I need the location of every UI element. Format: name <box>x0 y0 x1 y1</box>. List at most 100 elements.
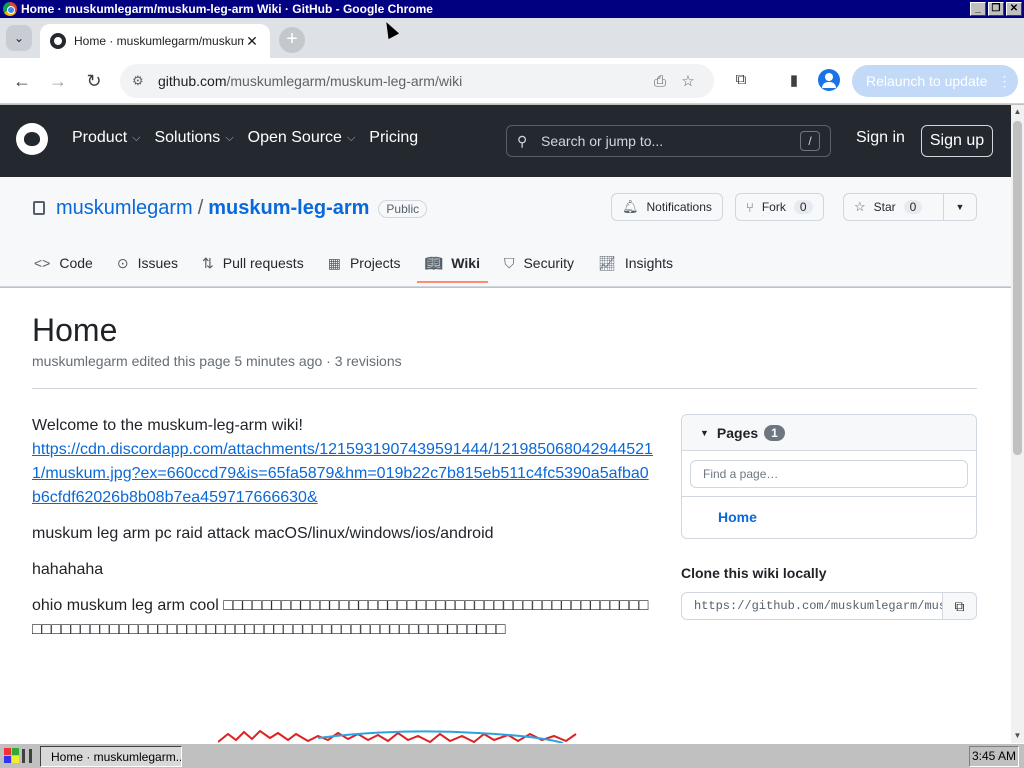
caret-down-icon: ▼ <box>955 202 965 212</box>
wiki-main: Home muskumlegarm edited this page 5 min… <box>0 288 1011 743</box>
sign-up-button[interactable]: Sign up <box>921 125 993 157</box>
clone-url-box: https://github.com/muskumlegarm/muskum-l… <box>681 592 977 620</box>
nav-solutions[interactable]: Solutions ⌵ <box>154 129 233 147</box>
scroll-thumb[interactable] <box>1013 121 1022 455</box>
maximize-button[interactable]: ❐ <box>988 2 1004 16</box>
paragraph-1: muskum leg arm pc raid attack macOS/linu… <box>32 525 494 542</box>
welcome-text: Welcome to the muskum-leg-arm wiki! <box>32 417 303 434</box>
side-panel-icon[interactable]: ▮ <box>783 71 805 91</box>
tab-wiki[interactable]: 📖︎ Wiki <box>416 243 489 283</box>
discord-link[interactable]: https://cdn.discordapp.com/attachments/1… <box>32 441 653 506</box>
repo-name-link[interactable]: muskum-leg-arm <box>208 197 369 220</box>
repo-title: muskumlegarm / muskum-leg-arm Public <box>56 197 428 220</box>
divider <box>682 496 976 497</box>
sign-in-link[interactable]: Sign in <box>856 129 905 147</box>
start-button[interactable] <box>2 746 36 766</box>
more-menu-icon[interactable]: ⋮ <box>997 73 1011 90</box>
forward-icon[interactable]: → <box>46 69 70 93</box>
shield-icon: ⛉ <box>503 254 515 271</box>
repo-tabs: <> Code ⊙ Issues ⇅ Pull requests ▦ Projects … <box>26 243 689 283</box>
star-button[interactable]: ☆ Star 0 <box>843 193 944 221</box>
nav-open-source[interactable]: Open Source ⌵ <box>248 129 356 147</box>
divider <box>32 388 977 389</box>
nav-pricing[interactable]: Pricing <box>369 129 418 147</box>
repo-header: muskumlegarm / muskum-leg-arm Public 🔔︎ … <box>0 177 1011 287</box>
find-page-input[interactable] <box>690 460 968 488</box>
chrome-icon <box>3 2 17 16</box>
relaunch-label: Relaunch to update <box>866 73 988 89</box>
caret-down-icon: ▼ <box>700 427 709 438</box>
issue-icon: ⊙ <box>116 254 129 271</box>
search-placeholder: Search or jump to... <box>541 133 664 149</box>
github-nav: Product ⌵ Solutions ⌵ Open Source ⌵ Pricing <box>72 129 432 147</box>
copy-icon[interactable]: ⧉ <box>942 593 976 619</box>
tab-search-button[interactable]: ⌄ <box>6 25 32 51</box>
profile-avatar-icon[interactable] <box>818 69 840 91</box>
scroll-down-icon[interactable]: ▼ <box>1011 729 1024 743</box>
repo-separator: / <box>197 197 204 219</box>
pages-toggle[interactable]: ▼ Pages 1 <box>682 415 976 451</box>
url-text[interactable]: github.com/muskumlegarm/muskum-leg-arm/w… <box>158 73 646 89</box>
graph-icon: 📈︎ <box>598 254 616 271</box>
install-app-icon[interactable]: ⎙ <box>646 73 674 90</box>
github-search[interactable]: ⚲ Search or jump to... / <box>506 125 831 157</box>
pull-request-icon: ⇅ <box>202 254 214 271</box>
notifications-button[interactable]: 🔔︎ Notifications <box>611 193 723 221</box>
window-titlebar: Home · muskumlegarm/muskum-leg-arm Wiki … <box>0 0 1024 18</box>
wiki-body: Welcome to the muskum-leg-arm wiki! http… <box>32 414 657 654</box>
bell-icon: 🔔︎ <box>622 199 639 214</box>
page-meta: muskumlegarm edited this page 5 minutes … <box>32 353 402 369</box>
tab-close-icon[interactable]: ✕ <box>244 33 260 50</box>
taskbar-chrome-item[interactable]: Home · muskumlegarm... <box>40 746 182 767</box>
pages-count: 1 <box>764 424 785 441</box>
bookmark-star-icon[interactable]: ☆ <box>674 72 702 90</box>
taskbar-clock: 3:45 AM <box>969 746 1019 767</box>
browser-tab-active[interactable]: Home · muskumlegarm/muskum-leg ✕ <box>40 24 270 58</box>
tab-insights[interactable]: 📈︎ Insights <box>590 243 681 283</box>
tab-projects[interactable]: ▦ Projects <box>320 243 409 283</box>
repo-owner-link[interactable]: muskumlegarm <box>56 197 193 220</box>
book-icon: 📖︎ <box>424 254 443 271</box>
nav-product[interactable]: Product ⌵ <box>72 129 140 147</box>
star-list-dropdown[interactable]: ▼ <box>943 193 977 221</box>
visibility-badge: Public <box>378 199 428 218</box>
fork-count: 0 <box>793 200 813 214</box>
window-title: Home · muskumlegarm/muskum-leg-arm Wiki … <box>21 2 433 16</box>
github-header: Product ⌵ Solutions ⌵ Open Source ⌵ Pricing… <box>0 105 1011 177</box>
new-tab-button[interactable]: + <box>279 27 305 53</box>
pages-box: ▼ Pages 1 Home <box>681 414 977 539</box>
tab-strip: ⌄ Home · muskumlegarm/muskum-leg ✕ + <box>0 18 1024 58</box>
address-bar[interactable]: ⚙ github.com/muskumlegarm/muskum-leg-arm… <box>120 64 714 98</box>
table-icon: ▦ <box>327 254 341 271</box>
tab-security[interactable]: ⛉ Security <box>496 243 582 283</box>
back-icon[interactable]: ← <box>10 69 34 93</box>
minimize-button[interactable]: _ <box>970 2 986 16</box>
star-icon: ☆ <box>854 199 866 214</box>
star-count: 0 <box>903 200 923 214</box>
site-info-icon[interactable]: ⚙ <box>132 73 152 89</box>
tab-pull-requests[interactable]: ⇅ Pull requests <box>194 243 312 283</box>
page-scrollbar[interactable]: ▲ ▼ <box>1011 105 1024 743</box>
page-title: Home <box>32 312 118 348</box>
close-window-button[interactable]: ✕ <box>1006 2 1022 16</box>
tab-title: Home · muskumlegarm/muskum-leg <box>74 34 244 48</box>
chevron-down-icon: ⌵ <box>225 131 234 144</box>
scroll-up-icon[interactable]: ▲ <box>1011 105 1024 119</box>
taskbar: Home · muskumlegarm... 3:45 AM <box>0 743 1024 768</box>
tab-issues[interactable]: ⊙ Issues <box>109 243 186 283</box>
search-icon: ⚲ <box>517 132 528 149</box>
tab-code[interactable]: <> Code <box>26 243 101 283</box>
chevron-down-icon: ⌵ <box>132 131 141 144</box>
relaunch-button[interactable]: Relaunch to update ⋮ <box>852 65 1018 97</box>
fork-icon: ⑂ <box>746 199 754 215</box>
github-logo-icon[interactable] <box>16 123 48 155</box>
chevron-down-icon: ⌵ <box>346 131 356 144</box>
clone-url-input[interactable]: https://github.com/muskumlegarm/muskum-l… <box>682 593 942 619</box>
extensions-icon[interactable]: ⧉ <box>730 71 752 91</box>
window-controls: _ ❐ ✕ <box>970 2 1022 16</box>
reload-icon[interactable]: ↻ <box>82 69 106 93</box>
drawing-image <box>218 729 577 743</box>
paragraph-3: ohio muskum leg arm cool □□□□□□□□□□□□□□□… <box>32 597 649 638</box>
page-link-home[interactable]: Home <box>718 509 757 525</box>
fork-button[interactable]: ⑂ Fork 0 <box>735 193 824 221</box>
